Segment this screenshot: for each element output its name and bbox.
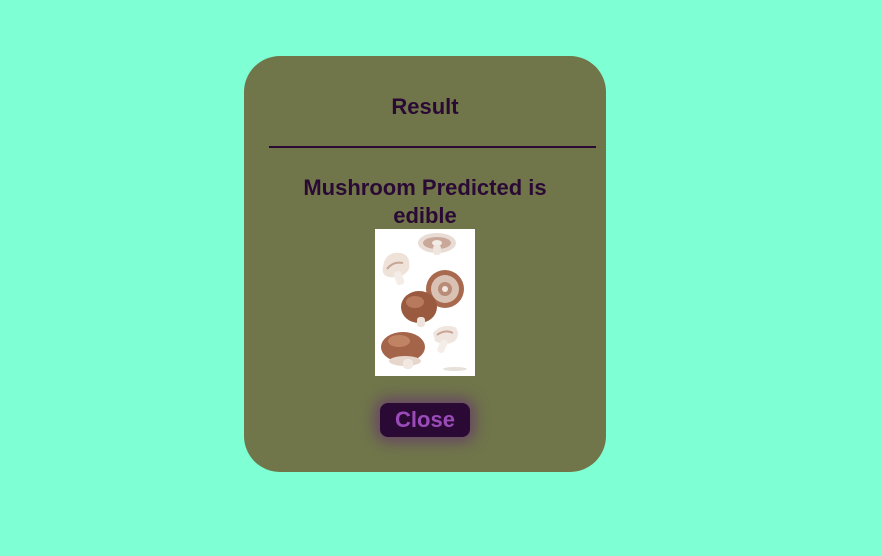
mushroom-top-right — [418, 233, 456, 255]
mushroom-image — [375, 229, 475, 376]
title-divider — [269, 146, 596, 148]
mushroom-lower-right — [433, 325, 458, 354]
mushroom-bottom-left — [381, 332, 425, 369]
dialog-title: Result — [391, 94, 459, 119]
mushroom-center — [401, 291, 437, 327]
page: Result Mushroom Predicted is edible Clos… — [0, 0, 881, 556]
result-dialog: Result Mushroom Predicted is edible Clos… — [244, 56, 606, 472]
prediction-text: Mushroom Predicted is edible — [303, 175, 547, 228]
mushroom-left — [382, 252, 410, 286]
close-button[interactable]: Close — [380, 403, 470, 437]
